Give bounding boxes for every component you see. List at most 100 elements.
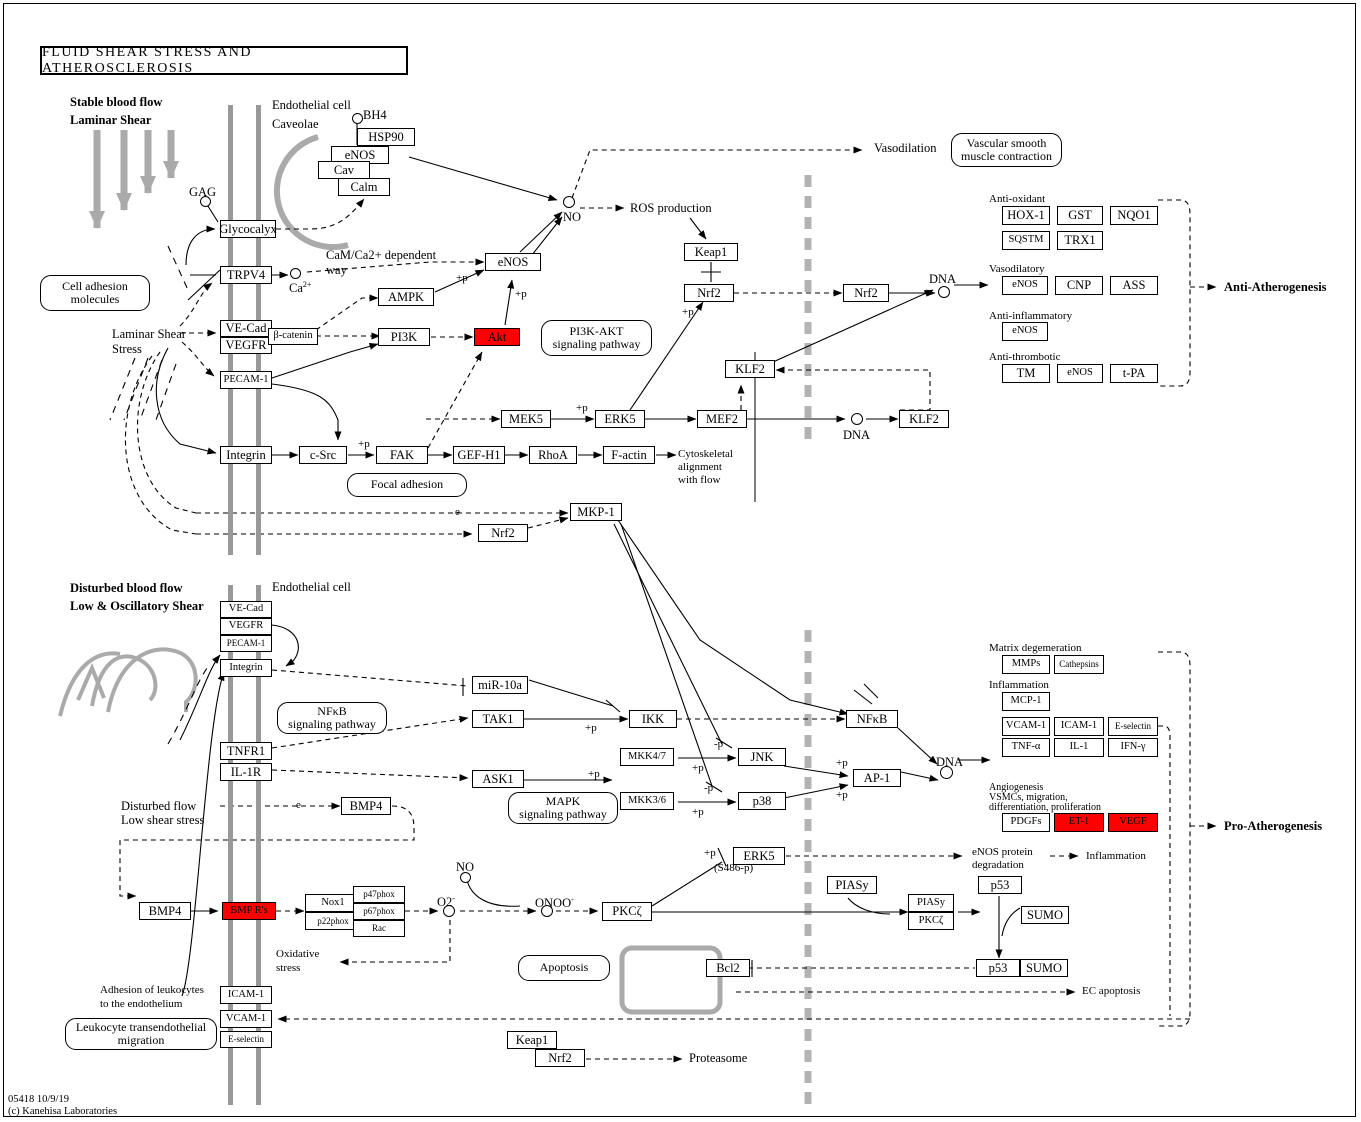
nfkb-pathway-node[interactable]: NFκB signaling pathway — [277, 702, 387, 734]
out-vcam1[interactable]: VCAM-1 — [1002, 717, 1050, 736]
gene-mkp1[interactable]: MKP-1 — [570, 503, 622, 521]
gene-vcam1-membrane[interactable]: VCAM-1 — [220, 1010, 272, 1028]
bh4-circle — [352, 113, 363, 124]
gene-enos-main[interactable]: eNOS — [485, 253, 541, 271]
out-ifn-gamma[interactable]: IFN-γ — [1108, 738, 1158, 757]
gene-klf2-nucleus[interactable]: KLF2 — [899, 410, 949, 428]
out-nqo1[interactable]: NQO1 — [1110, 206, 1158, 225]
gene-sumo-lower[interactable]: SUMO — [1020, 959, 1068, 977]
apoptosis-node[interactable]: Apoptosis — [518, 955, 610, 981]
out-trx1[interactable]: TRX1 — [1057, 231, 1103, 250]
gene-mef2[interactable]: MEF2 — [697, 410, 747, 428]
gene-nrf2-bottom[interactable]: Nrf2 — [535, 1049, 585, 1067]
out-cathepsins[interactable]: Cathepsins — [1054, 655, 1104, 674]
gene-sumo-upper[interactable]: SUMO — [1021, 906, 1069, 924]
gene-il1r[interactable]: IL-1R — [220, 763, 272, 781]
out-vegf[interactable]: VEGF — [1108, 813, 1158, 832]
gene-mir10a[interactable]: miR-10a — [472, 676, 528, 694]
gene-nrf2-cyto[interactable]: Nrf2 — [684, 284, 734, 302]
gene-pkcz[interactable]: PKCζ — [602, 902, 652, 921]
gene-mek5[interactable]: MEK5 — [501, 410, 551, 428]
out-et1[interactable]: ET-1 — [1054, 813, 1104, 832]
gene-e-selectin-membrane[interactable]: E-selectin — [220, 1031, 272, 1048]
out-tnf-alpha[interactable]: TNF-α — [1002, 738, 1050, 757]
gene-akt[interactable]: Akt — [474, 328, 520, 346]
gene-bcl2[interactable]: Bcl2 — [706, 959, 750, 977]
gene-hsp90[interactable]: HSP90 — [357, 128, 415, 146]
pi3k-akt-pathway-node[interactable]: PI3K-AKT signaling pathway — [541, 320, 652, 356]
out-il1[interactable]: IL-1 — [1054, 738, 1104, 757]
gene-piasy-complex[interactable]: PIASy — [908, 894, 954, 912]
out-cnp[interactable]: CNP — [1055, 276, 1103, 295]
gene-bmp4-lower[interactable]: BMP4 — [139, 902, 191, 920]
gene-p38[interactable]: p38 — [738, 792, 786, 810]
calcium-label: Ca2+ — [289, 280, 312, 296]
gene-rac[interactable]: Rac — [353, 920, 405, 937]
gene-f-actin[interactable]: F-actin — [603, 446, 655, 464]
gene-nrf2-nucleus[interactable]: Nrf2 — [843, 284, 889, 302]
cell-adhesion-molecules-node[interactable]: Cell adhesion molecules — [40, 275, 150, 311]
gene-ve-cad-2[interactable]: VE-Cad — [220, 601, 272, 618]
gene-pecam1-2[interactable]: PECAM-1 — [220, 635, 272, 652]
gene-ve-cad[interactable]: VE-Cad — [220, 320, 272, 337]
gene-nfkb[interactable]: NFκB — [846, 710, 898, 728]
gene-erk5[interactable]: ERK5 — [595, 410, 645, 428]
gene-vegfr[interactable]: VEGFR — [220, 337, 272, 354]
gene-ampk[interactable]: AMPK — [378, 288, 434, 306]
gene-rhoa[interactable]: RhoA — [529, 446, 577, 464]
mapk-pathway-node[interactable]: MAPK signaling pathway — [508, 792, 618, 824]
out-pdgfs[interactable]: PDGFs — [1002, 813, 1050, 832]
gene-p53-lower[interactable]: p53 — [976, 959, 1020, 977]
out-t-pa[interactable]: t-PA — [1110, 364, 1158, 383]
gene-icam1-membrane[interactable]: ICAM-1 — [220, 986, 272, 1004]
gene-integrin[interactable]: Integrin — [220, 446, 272, 464]
gene-trpv4[interactable]: TRPV4 — [220, 266, 272, 284]
gene-ask1[interactable]: ASK1 — [472, 770, 524, 788]
gene-pkcz-complex[interactable]: PKCζ — [908, 912, 954, 930]
gene-integrin-2[interactable]: Integrin — [220, 659, 272, 677]
out-e-selectin[interactable]: E-selectin — [1108, 717, 1158, 736]
focal-adhesion-node[interactable]: Focal adhesion — [347, 473, 467, 497]
out-tm[interactable]: TM — [1002, 364, 1050, 383]
out-enos-thromb[interactable]: eNOS — [1057, 364, 1103, 383]
gene-fak[interactable]: FAK — [376, 446, 428, 464]
gene-tak1[interactable]: TAK1 — [472, 710, 524, 728]
gene-keap1-bottom[interactable]: Keap1 — [507, 1031, 557, 1049]
out-mmps[interactable]: MMPs — [1002, 655, 1050, 674]
gene-bmp-receptors[interactable]: BMP R's — [222, 902, 276, 920]
gene-vegfr-2[interactable]: VEGFR — [220, 618, 272, 635]
gene-c-src[interactable]: c-Src — [299, 446, 347, 464]
gene-mkk47[interactable]: MKK4/7 — [620, 748, 674, 766]
leukocyte-migration-node[interactable]: Leukocyte transendothelial migration — [65, 1018, 217, 1050]
out-mcp1[interactable]: MCP-1 — [1002, 692, 1050, 711]
out-sqstm[interactable]: SQSTM — [1002, 231, 1050, 250]
out-hox1[interactable]: HOX-1 — [1002, 206, 1050, 225]
gene-cav[interactable]: Cav — [318, 161, 370, 179]
gene-p47phox[interactable]: p47phox — [353, 886, 405, 903]
out-enos-antiinflam[interactable]: eNOS — [1002, 322, 1048, 341]
gene-tnfr1[interactable]: TNFR1 — [220, 742, 272, 760]
gene-beta-catenin[interactable]: β-catenin — [268, 328, 318, 345]
gene-klf2-cyto[interactable]: KLF2 — [725, 360, 775, 378]
out-ass[interactable]: ASS — [1110, 276, 1158, 295]
gene-pi3k[interactable]: PI3K — [378, 328, 430, 346]
out-icam1[interactable]: ICAM-1 — [1054, 717, 1104, 736]
out-gst[interactable]: GST — [1057, 206, 1103, 225]
gene-jnk[interactable]: JNK — [738, 748, 786, 766]
gene-ap1[interactable]: AP-1 — [853, 769, 901, 787]
gene-keap1[interactable]: Keap1 — [684, 243, 738, 261]
gene-piasy[interactable]: PIASy — [827, 876, 877, 894]
gene-ikk[interactable]: IKK — [629, 710, 677, 728]
gene-mkk346[interactable]: MKK3/6 — [620, 792, 674, 810]
gene-p53-upper[interactable]: p53 — [978, 876, 1022, 894]
gene-nrf2-mkp[interactable]: Nrf2 — [478, 524, 528, 542]
gene-glycocalyx[interactable]: Glycocalyx — [219, 220, 277, 238]
gene-pecam1[interactable]: PECAM-1 — [220, 371, 272, 389]
vascular-smooth-muscle-node[interactable]: Vascular smooth muscle contraction — [951, 133, 1062, 167]
out-enos-vaso[interactable]: eNOS — [1002, 276, 1048, 295]
gene-erk5-bottom[interactable]: ERK5 — [733, 847, 785, 865]
gene-bmp4-upper[interactable]: BMP4 — [341, 797, 391, 815]
gene-p67phox[interactable]: p67phox — [353, 903, 405, 920]
gene-gef-h1[interactable]: GEF-H1 — [453, 446, 505, 464]
gene-calm[interactable]: Calm — [338, 178, 390, 196]
